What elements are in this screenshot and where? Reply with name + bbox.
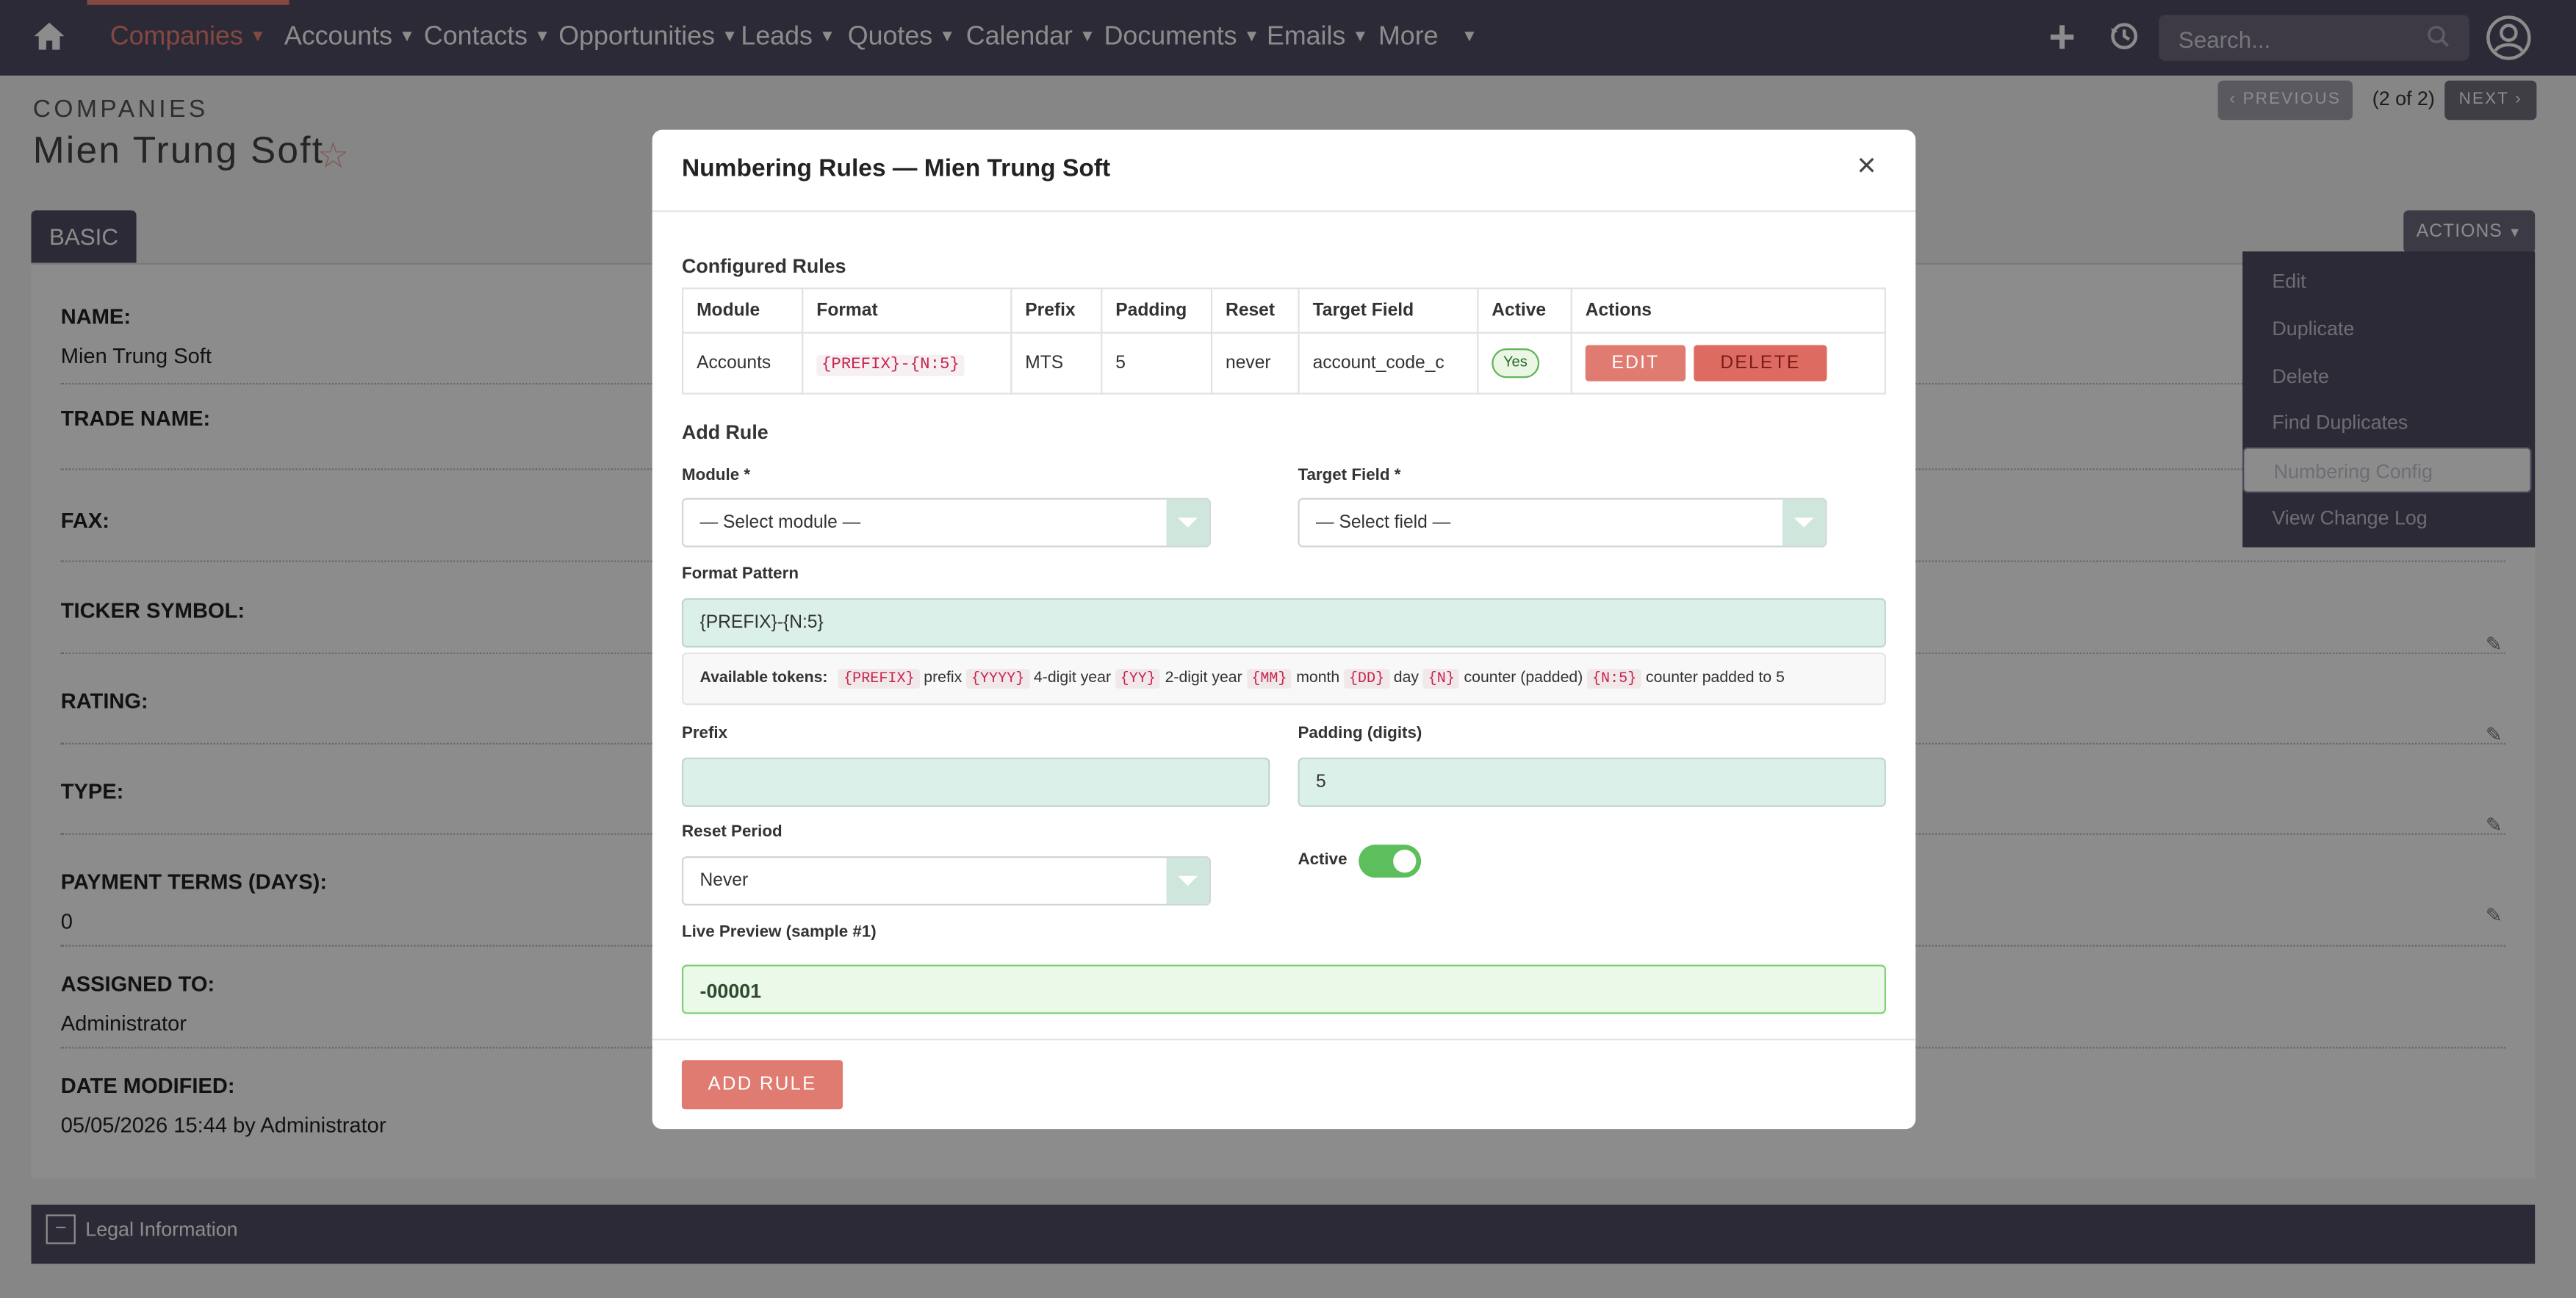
rules-table: Module Format Prefix Padding Reset Targe…: [681, 287, 1886, 395]
token-desc: day: [1393, 669, 1420, 687]
reset-period-select[interactable]: Never: [681, 856, 1211, 906]
cell-active: Yes: [1477, 331, 1572, 395]
token-code: {DD}: [1344, 669, 1389, 689]
add-rule-button[interactable]: ADD RULE: [681, 1060, 843, 1110]
token-desc: 2-digit year: [1165, 669, 1242, 687]
token-desc: counter (padded): [1464, 669, 1583, 687]
column-header: Format: [802, 287, 1012, 334]
active-label: Active: [1298, 851, 1348, 869]
padding-value: 5: [1316, 772, 1326, 792]
chevron-down-icon: [1782, 499, 1826, 546]
configured-rules-title: Configured Rules: [681, 254, 846, 278]
table-row: Accounts {PREFIX}-{N:5} MTS 5 never acco…: [681, 331, 1886, 395]
token-code: {YYYY}: [966, 669, 1030, 689]
target-field-label: Target Field *: [1298, 467, 1401, 485]
tokens-label: Available tokens:: [699, 669, 828, 687]
padding-label: Padding (digits): [1298, 725, 1422, 743]
cell-reset: never: [1210, 331, 1300, 395]
prefix-input[interactable]: [681, 757, 1270, 807]
token-code: {PREFIX}: [838, 669, 920, 689]
format-pattern-value: {PREFIX}-{N:5}: [699, 613, 824, 633]
column-header: Target Field: [1298, 287, 1479, 334]
target-field-select-value: — Select field —: [1316, 512, 1451, 533]
edit-rule-button[interactable]: EDIT: [1585, 345, 1686, 381]
modal-title: Numbering Rules — Mien Trung Soft: [681, 154, 1111, 183]
format-pattern-label: Format Pattern: [681, 565, 799, 584]
token-code: {YY}: [1115, 669, 1161, 689]
table-header-row: Module Format Prefix Padding Reset Targe…: [681, 287, 1886, 334]
chevron-down-icon: [1166, 858, 1209, 904]
reset-period-label: Reset Period: [681, 823, 782, 842]
column-header: Module: [681, 287, 804, 334]
token-code: {MM}: [1246, 669, 1292, 689]
cell-prefix: MTS: [1010, 331, 1103, 395]
app-stage: Companies ▼ Accounts ▼ Contacts ▼ Opportuni…: [0, 0, 2576, 1298]
available-tokens: Available tokens: {PREFIX} prefix {YYYY}…: [681, 652, 1886, 706]
live-preview-value: -00001: [699, 979, 762, 1003]
cell-module: Accounts: [681, 331, 804, 395]
numbering-rules-modal: Numbering Rules — Mien Trung Soft × Conf…: [652, 129, 1916, 1130]
token-code: {N}: [1422, 669, 1460, 689]
column-header: Padding: [1101, 287, 1213, 334]
prefix-label: Prefix: [681, 725, 728, 743]
column-header: Prefix: [1010, 287, 1103, 334]
live-preview-label: Live Preview (sample #1): [681, 923, 877, 942]
token-desc: 4-digit year: [1033, 669, 1112, 687]
chevron-down-icon: [1166, 499, 1209, 546]
target-field-select[interactable]: — Select field —: [1298, 498, 1827, 548]
token-code: {N:5}: [1587, 669, 1642, 689]
padding-input[interactable]: 5: [1298, 757, 1886, 807]
column-header: Actions: [1570, 287, 1886, 334]
cell-actions: EDIT DELETE: [1570, 331, 1886, 395]
modal-footer: ADD RULE: [652, 1039, 1916, 1129]
column-header: Reset: [1210, 287, 1300, 334]
reset-period-value: Never: [699, 871, 749, 891]
token-desc: prefix: [924, 669, 963, 687]
add-rule-title: Add Rule: [681, 420, 769, 444]
active-badge: Yes: [1492, 348, 1539, 379]
close-icon[interactable]: ×: [1857, 149, 1876, 182]
format-code: {PREFIX}-{N:5}: [816, 354, 965, 376]
token-desc: counter padded to 5: [1645, 669, 1785, 687]
modal-header: Numbering Rules — Mien Trung Soft ×: [652, 130, 1916, 212]
delete-rule-button[interactable]: DELETE: [1694, 345, 1827, 381]
cell-format: {PREFIX}-{N:5}: [802, 331, 1012, 395]
module-label: Module *: [681, 467, 751, 485]
module-select-value: — Select module —: [699, 512, 861, 533]
format-pattern-input[interactable]: {PREFIX}-{N:5}: [681, 598, 1886, 648]
active-toggle[interactable]: [1359, 845, 1422, 878]
cell-padding: 5: [1101, 331, 1213, 395]
module-select[interactable]: — Select module —: [681, 498, 1211, 548]
column-header: Active: [1477, 287, 1572, 334]
live-preview-box: -00001: [681, 964, 1886, 1014]
token-desc: month: [1296, 669, 1340, 687]
cell-target-field: account_code_c: [1298, 331, 1479, 395]
